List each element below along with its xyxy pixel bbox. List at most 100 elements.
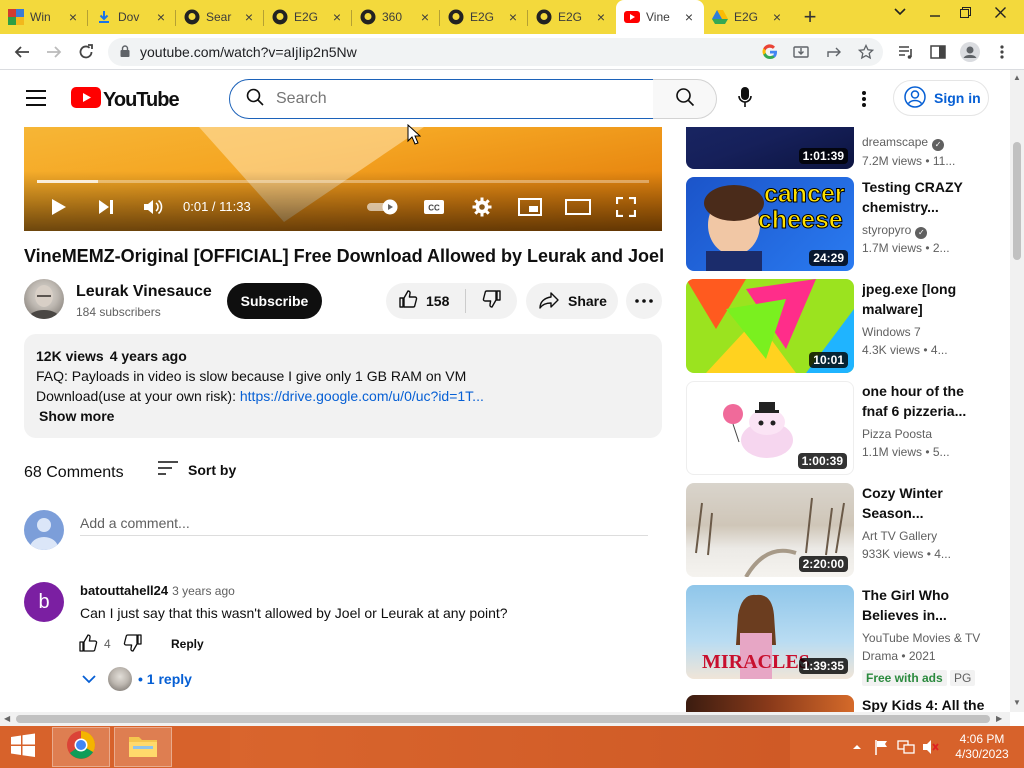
voice-search-button[interactable]: [729, 83, 761, 115]
close-icon[interactable]: ×: [330, 10, 344, 24]
subscribe-button[interactable]: Subscribe: [227, 283, 322, 319]
browser-tab[interactable]: E2G ×: [528, 0, 616, 34]
share-page-icon[interactable]: [824, 39, 844, 65]
video-thumbnail[interactable]: [686, 695, 854, 712]
scroll-up-arrow-icon[interactable]: ▲: [1013, 73, 1021, 82]
show-more-button[interactable]: Show more: [39, 408, 114, 424]
settings-more-button[interactable]: [852, 87, 876, 111]
close-icon[interactable]: ×: [682, 10, 696, 24]
back-button[interactable]: [6, 36, 38, 68]
scroll-left-arrow-icon[interactable]: ◀: [4, 714, 10, 723]
video-thumbnail[interactable]: 1:01:39: [686, 127, 854, 169]
comment-like-button[interactable]: [78, 633, 98, 656]
recommended-title[interactable]: Spy Kids 4: All the: [862, 695, 990, 712]
close-icon[interactable]: ×: [242, 10, 256, 24]
miniplayer-button[interactable]: [516, 195, 544, 219]
add-comment-input[interactable]: Add a comment...: [80, 510, 648, 536]
recommended-title[interactable]: Cozy Winter Season...: [862, 483, 990, 523]
next-video-button[interactable]: [94, 195, 118, 219]
sign-in-button[interactable]: Sign in: [893, 80, 989, 116]
new-tab-button[interactable]: +: [792, 0, 828, 34]
more-actions-button[interactable]: [626, 283, 662, 319]
comment-reply-button[interactable]: Reply: [171, 637, 204, 651]
share-button[interactable]: Share: [526, 283, 618, 319]
recommended-video[interactable]: 10:01 jpeg.exe [long malware] Windows 7 …: [686, 279, 1006, 373]
start-button[interactable]: [0, 726, 46, 768]
volume-muted-icon[interactable]: [920, 726, 942, 768]
sort-by-button[interactable]: Sort by: [158, 461, 236, 478]
comment-dislike-button[interactable]: [123, 633, 143, 656]
recommended-title[interactable]: jpeg.exe [long malware]: [862, 279, 990, 319]
view-replies-button[interactable]: • 1 reply: [82, 667, 192, 691]
video-thumbnail[interactable]: 10:01: [686, 279, 854, 373]
recommended-video[interactable]: 1:00:39 one hour of the fnaf 6 pizzeria.…: [686, 381, 1006, 475]
action-center-flag-icon[interactable]: [872, 726, 892, 768]
minimize-window-button[interactable]: [920, 0, 950, 24]
recommended-video[interactable]: Spy Kids 4: All the: [686, 695, 1006, 712]
video-thumbnail[interactable]: 2:20:00: [686, 483, 854, 577]
browser-tab[interactable]: Dov ×: [88, 0, 176, 34]
like-button[interactable]: 158: [386, 283, 465, 319]
comment-time[interactable]: 3 years ago: [172, 584, 235, 598]
description-box[interactable]: 12K views 4 years ago FAQ: Payloads in vi…: [24, 334, 662, 438]
video-thumbnail[interactable]: MIRACLES 1:39:35: [686, 585, 854, 679]
browser-tab[interactable]: E2G ×: [264, 0, 352, 34]
browser-tab[interactable]: E2G ×: [704, 0, 792, 34]
browser-tab[interactable]: 360 ×: [352, 0, 440, 34]
volume-icon[interactable]: [140, 195, 166, 219]
channel-avatar[interactable]: [24, 279, 64, 319]
system-clock[interactable]: 4:06 PM 4/30/2023: [950, 732, 1014, 762]
close-icon[interactable]: ×: [418, 10, 432, 24]
browser-tab[interactable]: Win ×: [0, 0, 88, 34]
channel-name[interactable]: Leurak Vinesauce: [76, 283, 212, 301]
tab-search-chevron-icon[interactable]: [888, 0, 912, 24]
reading-list-icon[interactable]: [896, 39, 916, 65]
forward-button[interactable]: [38, 36, 70, 68]
install-app-icon[interactable]: [791, 39, 811, 65]
horizontal-scrollbar[interactable]: ◀ ▶: [0, 712, 1010, 726]
network-icon[interactable]: [896, 726, 916, 768]
browser-tab[interactable]: E2G ×: [440, 0, 528, 34]
hamburger-menu-icon[interactable]: [26, 90, 46, 106]
scrollbar-thumb[interactable]: [16, 715, 990, 723]
scrollbar-thumb[interactable]: [1013, 142, 1021, 260]
show-hidden-icons-arrow-icon[interactable]: [850, 726, 864, 768]
scroll-down-arrow-icon[interactable]: ▼: [1013, 698, 1021, 707]
video-thumbnail[interactable]: cancer cheese 24:29: [686, 177, 854, 271]
search-input[interactable]: [276, 90, 616, 108]
search-button[interactable]: [653, 79, 717, 119]
profile-avatar-icon[interactable]: [958, 39, 982, 65]
close-window-button[interactable]: [980, 0, 1020, 24]
taskbar-file-explorer[interactable]: [114, 727, 172, 767]
restore-window-button[interactable]: [950, 0, 980, 24]
recommended-video[interactable]: MIRACLES 1:39:35 The Girl Who Believes i…: [686, 585, 1006, 679]
settings-gear-icon[interactable]: [468, 195, 496, 219]
close-icon[interactable]: ×: [66, 10, 80, 24]
comment-author-name[interactable]: batouttahell24: [80, 583, 168, 598]
close-icon[interactable]: ×: [506, 10, 520, 24]
search-box[interactable]: [229, 79, 654, 119]
commenter-avatar[interactable]: b: [24, 582, 64, 622]
reload-button[interactable]: [70, 36, 102, 68]
recommended-title[interactable]: The Girl Who Believes in...: [862, 585, 990, 625]
video-thumbnail[interactable]: 1:00:39: [686, 381, 854, 475]
close-icon[interactable]: ×: [594, 10, 608, 24]
scroll-right-arrow-icon[interactable]: ▶: [996, 714, 1002, 723]
google-icon[interactable]: [760, 39, 780, 65]
browser-tab-active[interactable]: Vine ×: [616, 0, 704, 34]
browser-menu-icon[interactable]: [992, 39, 1012, 65]
browser-tab[interactable]: Sear ×: [176, 0, 264, 34]
recommended-video[interactable]: 2:20:00 Cozy Winter Season... Art TV Gal…: [686, 483, 1006, 577]
video-player[interactable]: 0:01 / 11:33 CC: [24, 127, 662, 231]
recommended-title[interactable]: Testing CRAZY chemistry...: [862, 177, 990, 217]
youtube-logo[interactable]: YouTube: [71, 87, 180, 113]
bookmark-star-icon[interactable]: [856, 39, 876, 65]
recommended-video[interactable]: cancer cheese 24:29 Testing CRAZY chemis…: [686, 177, 1006, 271]
vertical-scrollbar[interactable]: ▲ ▼: [1010, 70, 1024, 712]
download-link[interactable]: https://drive.google.com/u/0/uc?id=1T...: [240, 388, 484, 404]
play-button[interactable]: [46, 195, 72, 219]
recommended-title[interactable]: one hour of the fnaf 6 pizzeria...: [862, 381, 990, 421]
recommended-video[interactable]: 1:01:39 dreamscape ✓ 7.2M views • 11...: [686, 127, 1006, 169]
fullscreen-button[interactable]: [612, 195, 640, 219]
captions-button[interactable]: CC: [420, 195, 448, 219]
